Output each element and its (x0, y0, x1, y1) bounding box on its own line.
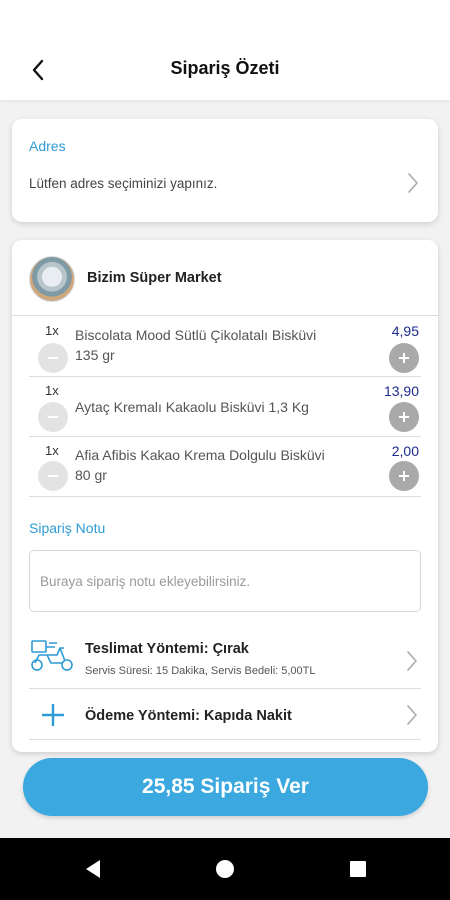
chevron-right-icon (405, 704, 419, 726)
decrease-quantity-button[interactable] (38, 402, 68, 432)
increase-quantity-button[interactable] (389, 402, 419, 432)
item-name: Afia Afibis Kakao Krema Dolgulu Bisküvi … (75, 447, 325, 483)
item-quantity: 1x (45, 323, 59, 338)
plus-icon (399, 412, 409, 422)
payment-method-row[interactable]: Ödeme Yöntemi: Kapıda Nakit (29, 690, 421, 740)
item-price: 4,95 (391, 323, 419, 339)
triangle-back-icon (86, 860, 100, 878)
chevron-right-icon (406, 172, 420, 194)
order-item: 1x Aytaç Kremalı Kakaolu Bisküvi 1,3 Kg … (29, 377, 421, 437)
nav-back-button[interactable] (78, 854, 108, 884)
store-header: Bizim Süper Market (12, 240, 438, 316)
order-note-title: Sipariş Notu (29, 520, 106, 536)
address-card[interactable]: Adres Lütfen adres seçiminizi yapınız. (12, 119, 438, 222)
item-quantity: 1x (45, 443, 59, 458)
increase-quantity-button[interactable] (389, 343, 419, 373)
order-note-input[interactable] (29, 550, 421, 612)
chevron-right-icon (405, 650, 419, 672)
delivery-method-details: Servis Süresi: 15 Dakika, Servis Bedeli:… (85, 665, 316, 677)
store-name: Bizim Süper Market (87, 270, 222, 286)
store-avatar (29, 256, 75, 302)
address-prompt: Lütfen adres seçiminizi yapınız. (29, 176, 218, 191)
decrease-quantity-button[interactable] (38, 343, 68, 373)
decrease-quantity-button[interactable] (38, 461, 68, 491)
circle-home-icon (216, 860, 234, 878)
item-quantity: 1x (45, 383, 59, 398)
place-order-button[interactable]: 25,85 Sipariş Ver (23, 758, 428, 816)
system-navigation-bar (0, 838, 450, 900)
order-card: Bizim Süper Market 1x Biscolata Mood Süt… (12, 240, 438, 752)
plus-icon (399, 353, 409, 363)
app-header: Sipariş Özeti (0, 0, 450, 100)
scooter-icon (31, 640, 73, 671)
page-title: Sipariş Özeti (170, 58, 280, 78)
nav-recents-button[interactable] (343, 854, 373, 884)
order-item: 1x Biscolata Mood Sütlü Çikolatalı Biskü… (29, 317, 421, 377)
increase-quantity-button[interactable] (389, 461, 419, 491)
plus-icon (399, 471, 409, 481)
address-title: Adres (29, 138, 66, 154)
nav-home-button[interactable] (210, 854, 240, 884)
item-name: Aytaç Kremalı Kakaolu Bisküvi 1,3 Kg (75, 399, 309, 415)
item-price: 13,90 (383, 383, 419, 399)
square-recents-icon (350, 861, 366, 877)
delivery-method-row[interactable]: Teslimat Yöntemi: Çırak Servis Süresi: 1… (29, 633, 421, 689)
minus-icon (48, 416, 58, 418)
item-price: 2,00 (391, 443, 419, 459)
item-name: Biscolata Mood Sütlü Çikolatalı Bisküvi … (75, 327, 317, 363)
order-item: 1x Afia Afibis Kakao Krema Dolgulu Biskü… (29, 437, 421, 497)
minus-icon (48, 357, 58, 359)
minus-icon (48, 475, 58, 477)
delivery-method-title: Teslimat Yöntemi: Çırak (85, 641, 249, 657)
plus-icon (42, 704, 64, 726)
payment-method-title: Ödeme Yöntemi: Kapıda Nakit (85, 708, 292, 724)
